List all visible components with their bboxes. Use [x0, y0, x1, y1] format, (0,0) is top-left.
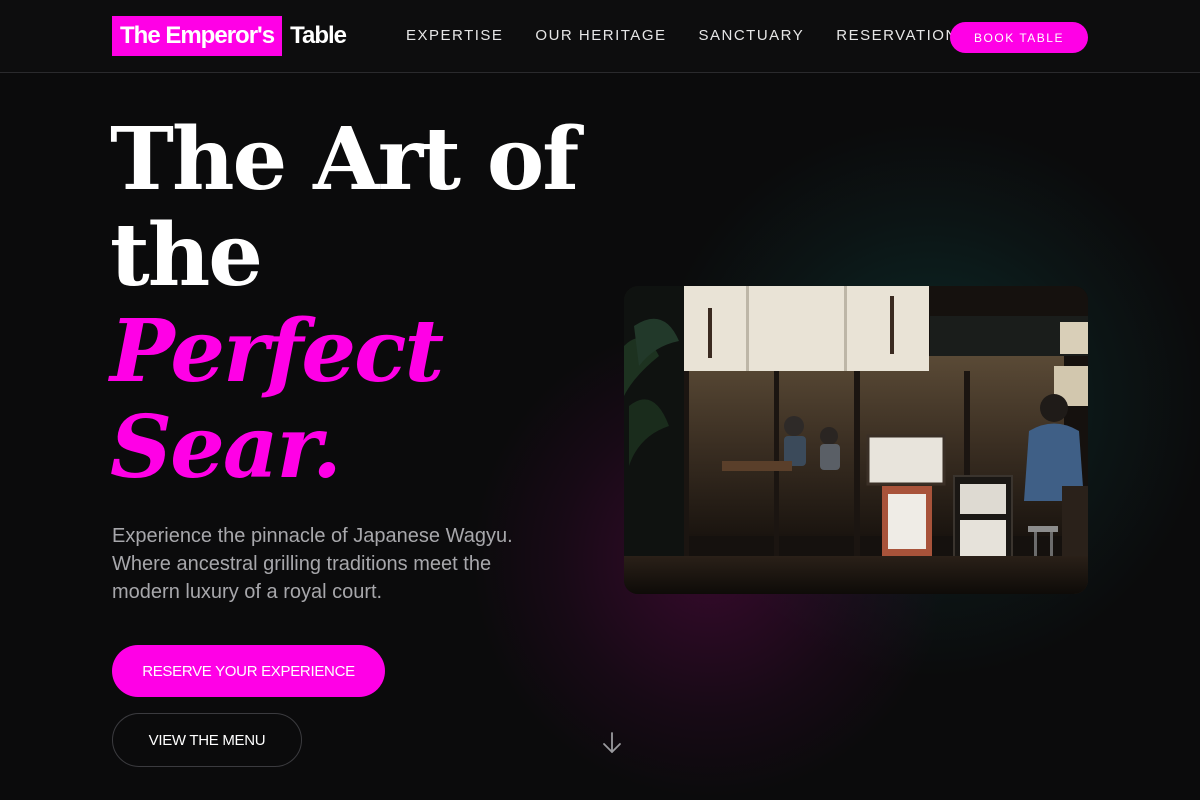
reserve-experience-button[interactable]: RESERVE YOUR EXPERIENCE [112, 645, 385, 697]
headline-line-2: the [110, 205, 263, 306]
hero-subtitle: Experience the pinnacle of Japanese Wagy… [112, 525, 513, 603]
headline-accent-1: Perfect [110, 301, 444, 402]
book-table-button[interactable]: BOOK TABLE [950, 22, 1088, 53]
headline-line-1: The Art of [110, 109, 579, 210]
logo[interactable]: The Emperor's Table [112, 16, 347, 56]
arrow-down-icon[interactable] [601, 731, 623, 755]
nav-expertise[interactable]: EXPERTISE [406, 26, 503, 46]
nav-sanctuary[interactable]: SANCTUARY [699, 26, 805, 46]
headline-accent-2: Sear. [110, 397, 342, 498]
storefront-illustration [624, 286, 1088, 594]
nav-our-heritage[interactable]: OUR HERITAGE [535, 26, 666, 46]
restaurant-storefront-image [624, 286, 1088, 594]
site-header: The Emperor's Table EXPERTISE OUR HERITA… [0, 0, 1200, 73]
view-menu-button[interactable]: VIEW THE MENU [112, 713, 302, 767]
hero-headline: The Art of the Perfect Sear. [110, 109, 579, 498]
logo-highlight: The Emperor's [112, 16, 283, 56]
main-nav: EXPERTISE OUR HERITAGE SANCTUARY RESERVA… [406, 26, 969, 46]
logo-text: Table [290, 22, 347, 49]
